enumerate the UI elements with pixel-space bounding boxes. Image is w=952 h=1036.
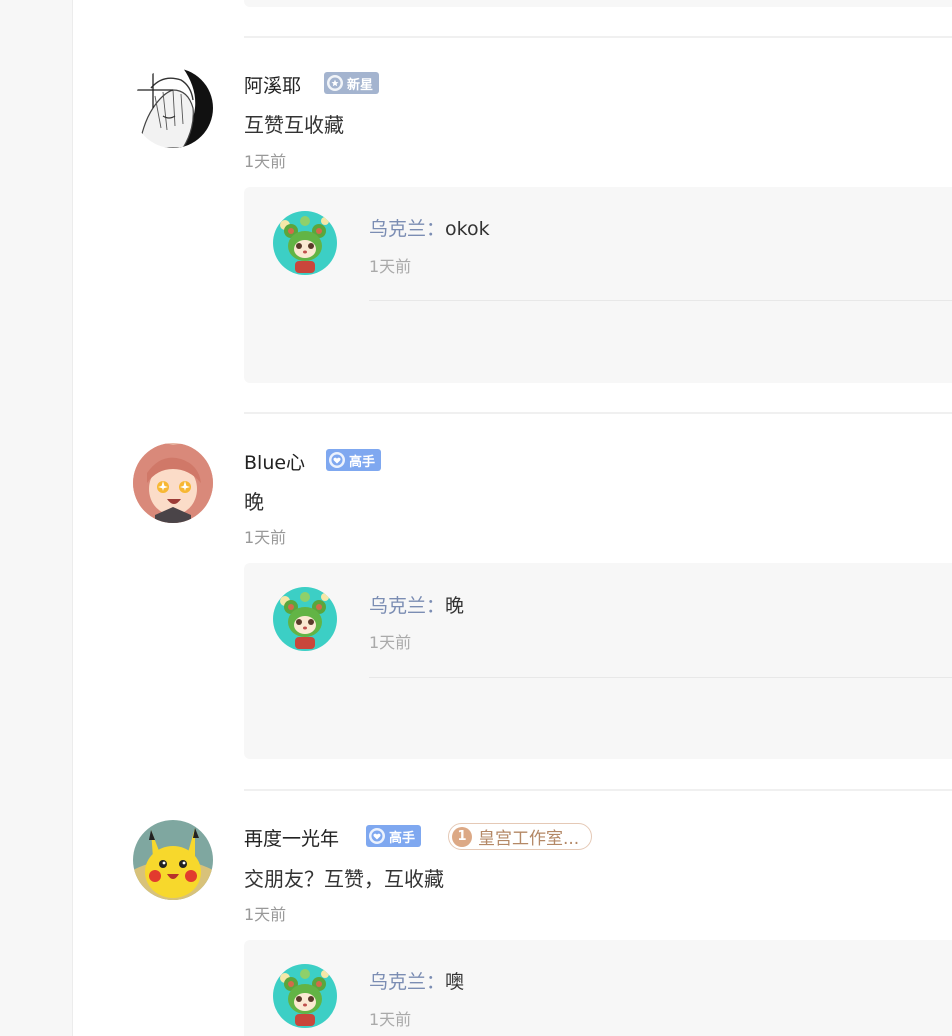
heart-shield-icon <box>329 452 345 468</box>
reply-username[interactable]: 乌克兰 <box>369 218 426 240</box>
sketch-girl-avatar[interactable] <box>133 68 213 148</box>
pikachu-avatar[interactable] <box>133 820 213 900</box>
reply-line: 乌克兰：okok <box>369 214 490 241</box>
reply-time: 1天前 <box>369 1010 412 1029</box>
level-badge: 高手 <box>366 825 422 847</box>
studio-rank: 1 <box>452 826 472 847</box>
comment-text: 晚 <box>244 490 264 514</box>
reply-separator: ： <box>426 595 446 617</box>
reply-time: 1天前 <box>369 633 412 652</box>
comment-username[interactable]: 再度一光年 <box>244 824 339 851</box>
reply-line: 乌克兰：噢 <box>369 967 464 994</box>
reply-box <box>244 940 952 1036</box>
comment-username[interactable]: Blue心 <box>244 448 305 475</box>
comment-divider <box>244 36 952 38</box>
reply-box <box>244 187 952 383</box>
reply-time: 1天前 <box>369 257 412 276</box>
anime-girl-avatar[interactable] <box>133 443 213 523</box>
comment-text: 互赞互收藏 <box>244 113 344 137</box>
reply-divider <box>369 677 952 678</box>
reply-line: 乌克兰：晚 <box>369 591 464 618</box>
reply-box <box>244 563 952 759</box>
badge-label: 高手 <box>389 830 416 846</box>
comment-text: 交朋友？互赞，互收藏 <box>244 867 444 891</box>
comment-username[interactable]: 阿溪耶 <box>244 71 301 98</box>
comment-divider <box>244 412 952 414</box>
green-bear-avatar[interactable] <box>273 211 337 275</box>
reply-username[interactable]: 乌克兰 <box>369 595 426 617</box>
badge-label: 新星 <box>347 77 374 93</box>
studio-label: 皇宫工作室... <box>478 829 580 849</box>
green-bear-avatar[interactable] <box>273 964 337 1028</box>
left-gutter <box>0 0 73 1036</box>
comment-time: 1天前 <box>244 528 287 547</box>
level-badge: 高手 <box>326 449 382 471</box>
previous-reply-box-tail <box>244 0 952 7</box>
heart-shield-icon <box>369 828 385 844</box>
green-bear-avatar[interactable] <box>273 587 337 651</box>
star-icon <box>327 75 343 91</box>
reply-separator: ： <box>426 218 446 240</box>
reply-separator: ： <box>426 971 446 993</box>
reply-divider <box>369 300 952 301</box>
studio-badge[interactable]: 1 皇宫工作室... <box>448 823 593 850</box>
reply-text: okok <box>445 218 490 240</box>
comment-time: 1天前 <box>244 152 287 171</box>
comment-divider <box>244 789 952 791</box>
reply-text: 晚 <box>445 595 465 617</box>
level-badge: 新星 <box>324 72 380 94</box>
reply-text: 噢 <box>445 971 465 993</box>
comment-time: 1天前 <box>244 905 287 924</box>
reply-username[interactable]: 乌克兰 <box>369 971 426 993</box>
badge-label: 高手 <box>349 454 376 470</box>
